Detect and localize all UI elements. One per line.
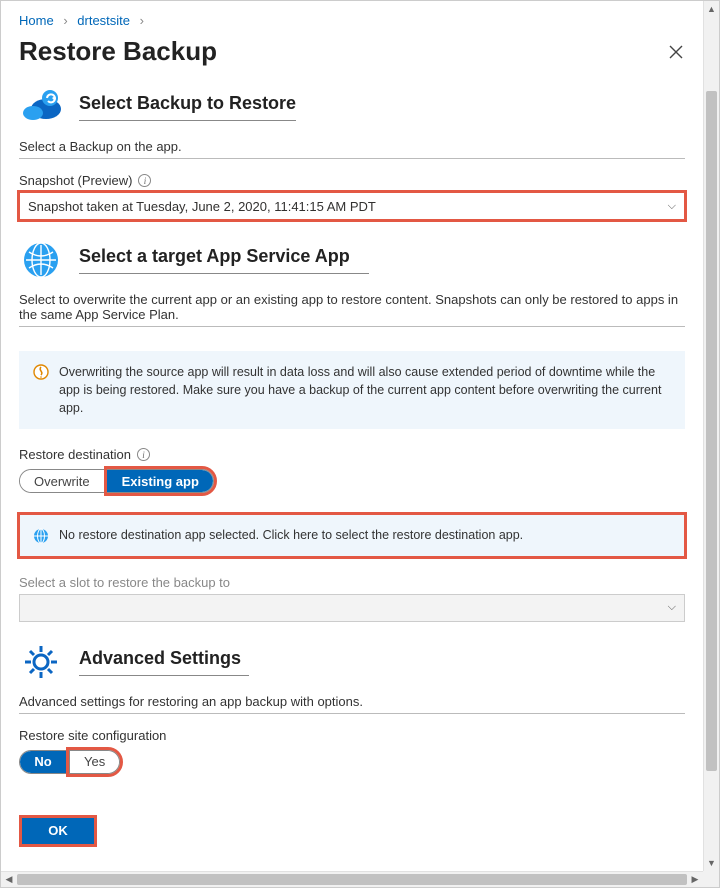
- ok-button[interactable]: OK: [22, 818, 94, 844]
- scrollbar-corner: [703, 871, 719, 887]
- gear-icon: [19, 640, 63, 684]
- restore-destination-toggle[interactable]: Overwrite: [19, 469, 104, 493]
- restore-destination-existing-app[interactable]: Existing app: [107, 470, 213, 492]
- scroll-down-arrow[interactable]: ▼: [704, 855, 719, 871]
- horizontal-scrollbar[interactable]: ◀ ▶: [1, 871, 703, 887]
- select-destination-app-callout[interactable]: No restore destination app selected. Cli…: [19, 514, 685, 556]
- restore-destination-label: Restore destination i: [19, 447, 685, 462]
- section-backup-desc: Select a Backup on the app.: [19, 139, 685, 154]
- section-target-desc: Select to overwrite the current app or a…: [19, 292, 685, 322]
- restore-site-config-label: Restore site configuration: [19, 728, 685, 743]
- section-target-title: Select a target App Service App: [79, 246, 369, 274]
- info-icon[interactable]: i: [138, 174, 151, 187]
- globe-icon: [33, 528, 49, 544]
- overwrite-warning-callout: Overwriting the source app will result i…: [19, 351, 685, 429]
- vertical-scrollbar[interactable]: ▲ ▼: [703, 1, 719, 871]
- restore-site-config-yes[interactable]: Yes: [69, 751, 119, 773]
- scroll-up-arrow[interactable]: ▲: [704, 1, 719, 17]
- page-title: Restore Backup: [19, 36, 217, 67]
- breadcrumb-separator: ›: [134, 13, 150, 28]
- snapshot-dropdown-value: Snapshot taken at Tuesday, June 2, 2020,…: [28, 199, 376, 214]
- snapshot-label: Snapshot (Preview) i: [19, 173, 685, 188]
- horizontal-scrollbar-thumb[interactable]: [17, 874, 687, 885]
- globe-icon: [19, 238, 63, 282]
- breadcrumb-home[interactable]: Home: [19, 13, 54, 28]
- cloud-restore-icon: [19, 85, 63, 129]
- warning-icon: [33, 364, 49, 380]
- section-advanced-header: Advanced Settings: [19, 640, 685, 684]
- snapshot-dropdown[interactable]: Snapshot taken at Tuesday, June 2, 2020,…: [19, 192, 685, 220]
- section-advanced-desc: Advanced settings for restoring an app b…: [19, 694, 685, 709]
- breadcrumb-site[interactable]: drtestsite: [77, 13, 130, 28]
- section-target-header: Select a target App Service App: [19, 238, 685, 282]
- restore-site-config-toggle[interactable]: No: [19, 750, 66, 774]
- section-backup-header: Select Backup to Restore: [19, 85, 685, 129]
- chevron-down-icon: ⌵: [668, 601, 676, 614]
- slot-dropdown: ⌵: [19, 594, 685, 622]
- scroll-left-arrow[interactable]: ◀: [1, 872, 17, 887]
- breadcrumb-separator: ›: [57, 13, 73, 28]
- chevron-down-icon: ⌵: [668, 200, 676, 213]
- overwrite-warning-text: Overwriting the source app will result i…: [59, 363, 671, 417]
- close-icon: [669, 45, 683, 59]
- section-backup-title: Select Backup to Restore: [79, 93, 296, 121]
- select-destination-app-text: No restore destination app selected. Cli…: [59, 526, 523, 544]
- slot-label: Select a slot to restore the backup to: [19, 575, 685, 590]
- section-advanced-title: Advanced Settings: [79, 648, 249, 676]
- blade-content: Home › drtestsite › Restore Backup: [1, 1, 703, 871]
- restore-destination-overwrite[interactable]: Overwrite: [20, 470, 104, 492]
- info-icon[interactable]: i: [137, 448, 150, 461]
- close-button[interactable]: [667, 43, 685, 61]
- breadcrumb: Home › drtestsite ›: [19, 9, 685, 32]
- restore-destination-label-text: Restore destination: [19, 447, 131, 462]
- scroll-right-arrow[interactable]: ▶: [687, 872, 703, 887]
- restore-site-config-no[interactable]: No: [20, 751, 66, 773]
- vertical-scrollbar-thumb[interactable]: [706, 91, 717, 771]
- snapshot-label-text: Snapshot (Preview): [19, 173, 132, 188]
